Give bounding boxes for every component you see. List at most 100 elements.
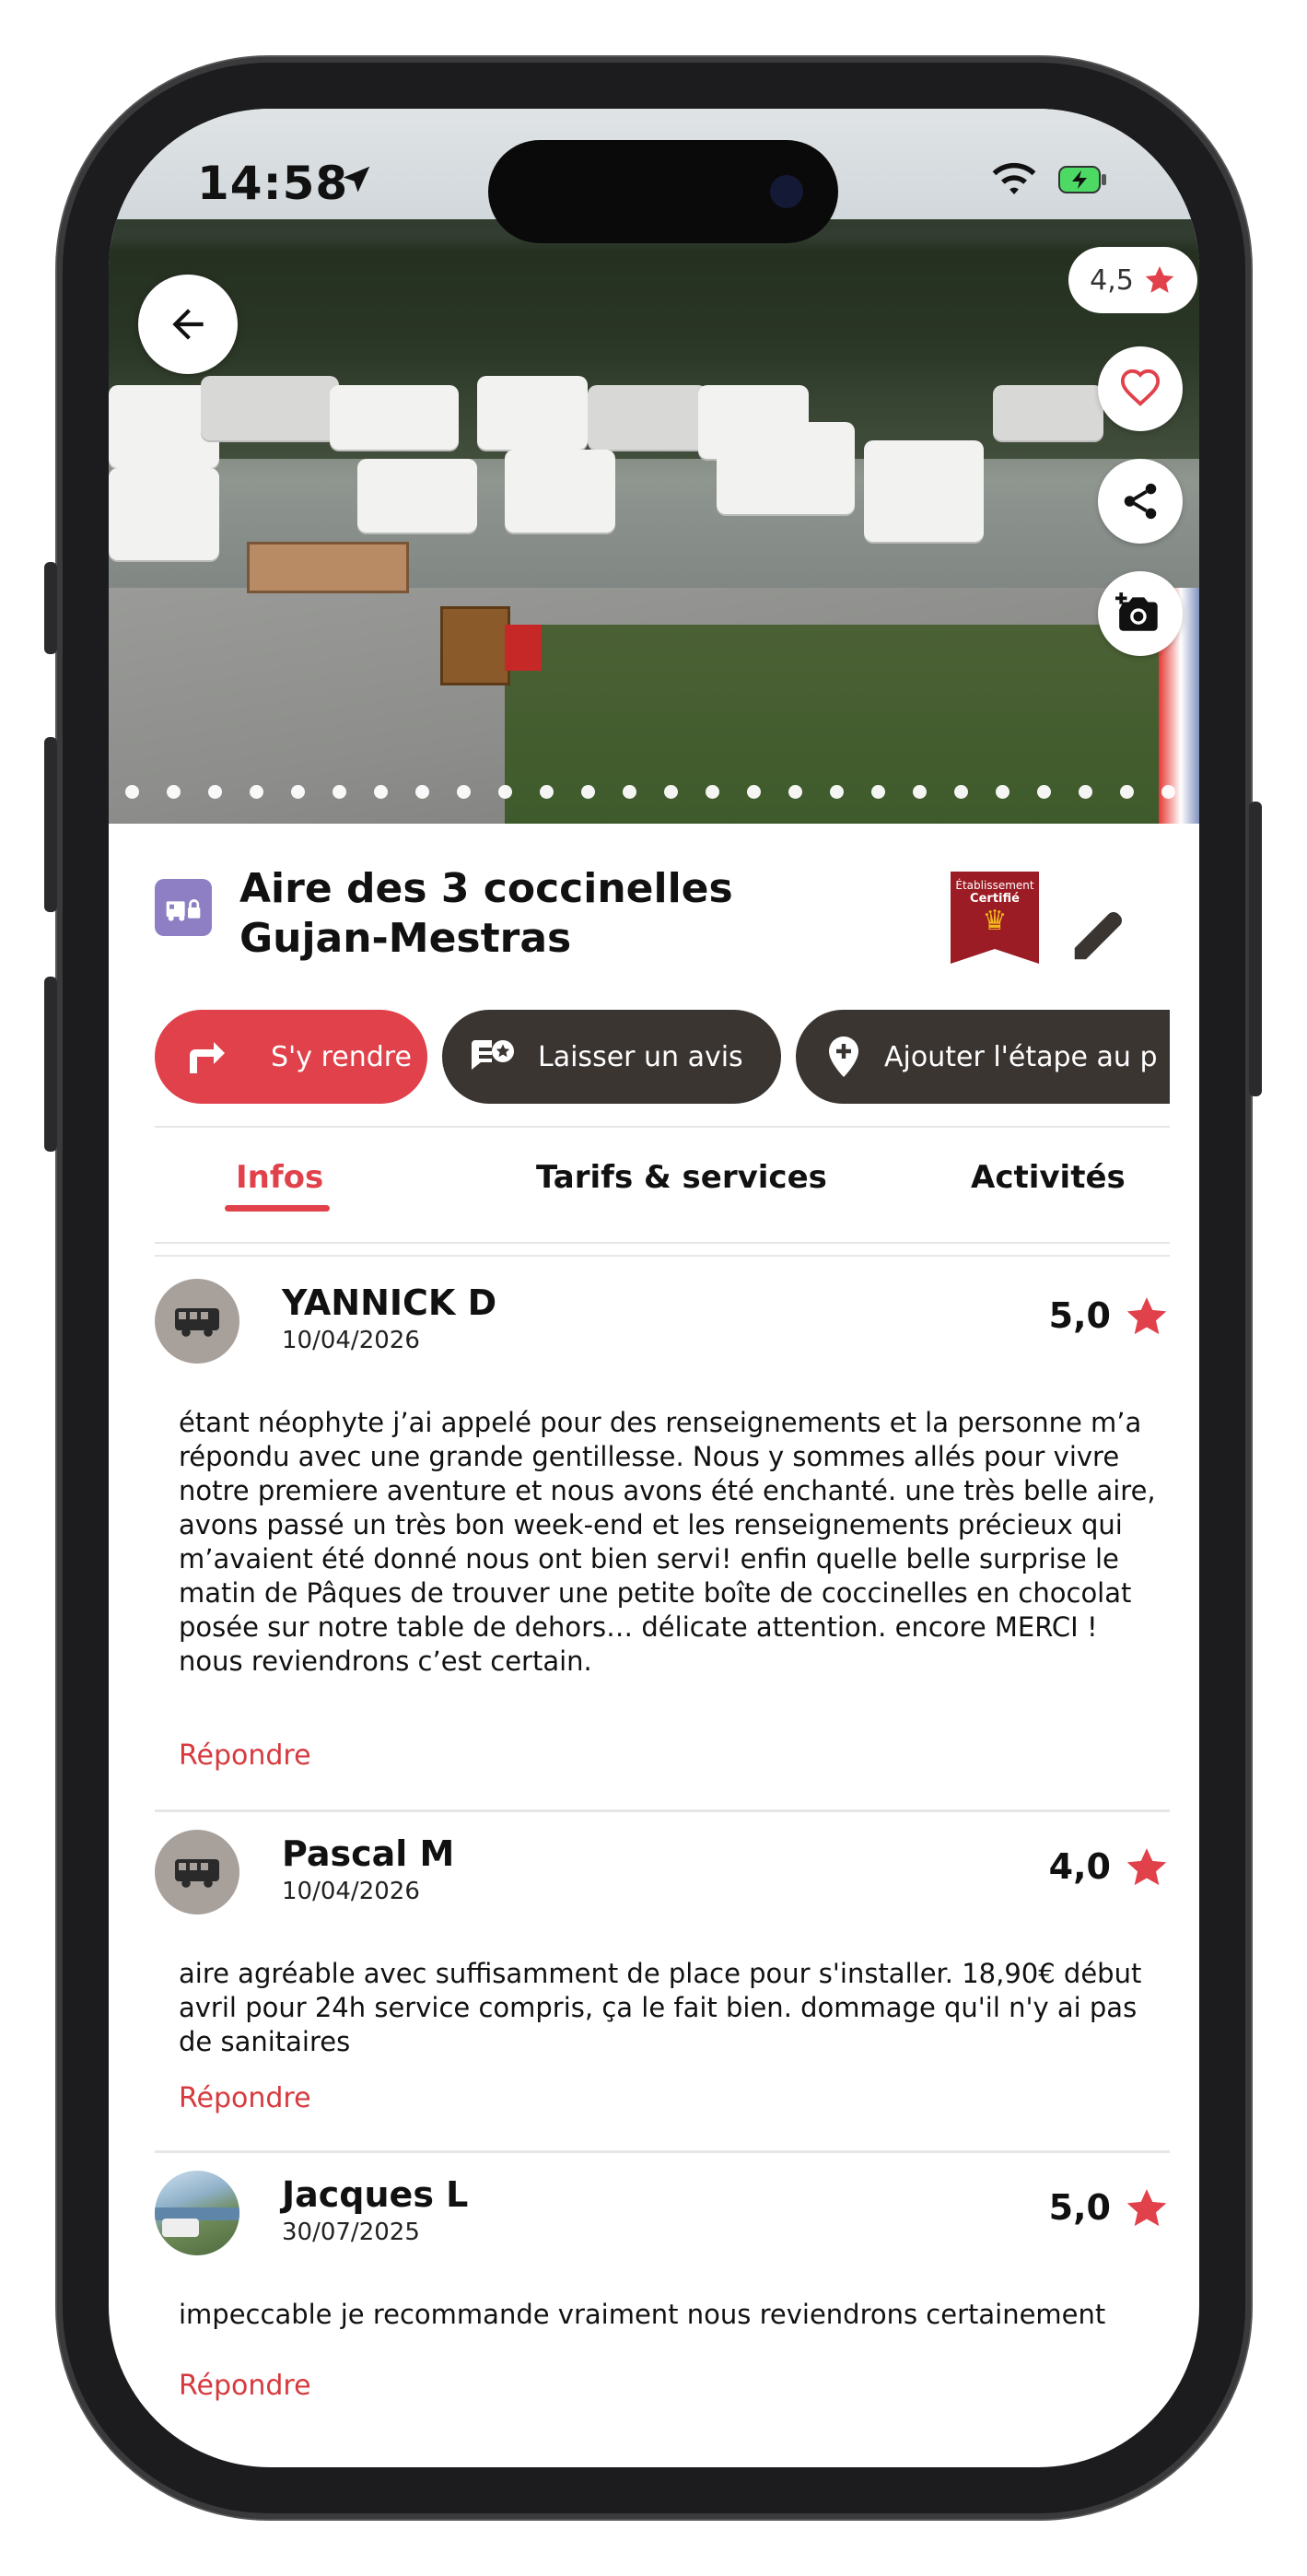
reply-link[interactable]: Répondre [179,1739,311,1772]
review-item: YANNICK D 10/04/2026 5,0 étant néophyte … [155,1279,1170,1813]
carousel-dot[interactable] [498,785,512,799]
carousel-dots[interactable] [125,785,1199,800]
mute-switch [44,562,57,654]
carousel-dot[interactable] [540,785,554,799]
divider [155,1809,1170,1812]
carousel-dot[interactable] [788,785,802,799]
carousel-dot[interactable] [1079,785,1092,799]
carousel-dot[interactable] [913,785,927,799]
motorhome [109,468,219,560]
carousel-dot[interactable] [871,785,885,799]
carousel-dot[interactable] [1161,785,1175,799]
camera-plus-icon [1115,592,1158,631]
share-button[interactable] [1098,459,1183,544]
review-icon [472,1040,514,1070]
badge-line2: Certifié [970,892,1020,906]
status-time: 14:58 [197,157,349,210]
review-date: 10/04/2026 [282,1878,420,1905]
certified-establishment-badge: Établissement Certifié ♛ [951,872,1039,964]
red-post [505,625,542,671]
motorhome [477,376,588,450]
review-score: 4,0 [1048,1846,1111,1887]
volume-up-button [44,737,57,912]
crown-icon: ♛ [982,905,1008,937]
tab-infos[interactable]: Infos [236,1159,323,1196]
carousel-dot[interactable] [996,785,1009,799]
directions-button[interactable]: S'y rendre [155,1010,427,1104]
leave-review-button[interactable]: Laisser un avis [442,1010,781,1104]
arrow-left-icon [172,309,204,340]
carousel-dot[interactable] [208,785,222,799]
reviewer-name: YANNICK D [282,1282,497,1323]
action-buttons-row[interactable]: S'y rendre Laisser un avis Ajouter l'éta… [155,1010,1170,1111]
review-text: étant néophyte j’ai appelé pour des rens… [179,1407,1156,1677]
divider [155,1126,1170,1128]
carousel-dot[interactable] [125,785,139,799]
reply-link[interactable]: Répondre [179,2370,311,2402]
power-button [1249,802,1262,1096]
edit-pencil-icon[interactable] [1067,903,1131,967]
volume-down-button [44,977,57,1152]
back-button[interactable] [138,275,238,374]
leave-review-label: Laisser un avis [538,1040,743,1073]
carousel-dot[interactable] [250,785,263,799]
review-score: 5,0 [1048,1295,1111,1336]
tab-activites[interactable]: Activités [971,1159,1126,1196]
motorhome [505,450,615,533]
battery-charging-icon [1058,166,1106,193]
carousel-dot[interactable] [333,785,346,799]
review-date: 10/04/2026 [282,1327,420,1354]
carousel-dot[interactable] [1120,785,1134,799]
wifi-icon [992,162,1036,194]
reviewer-name: Jacques L [282,2174,469,2215]
motorhome-avatar-icon [175,1859,219,1888]
user-photo [155,2207,239,2237]
location-arrow-icon [343,166,370,193]
motorhome-area-type-icon [155,879,212,936]
carousel-dot[interactable] [747,785,761,799]
carousel-dot[interactable] [167,785,181,799]
review-text: aire agréable avec suffisamment de place… [179,1958,1142,2057]
carousel-dot[interactable] [623,785,636,799]
share-icon [1124,483,1157,520]
review-date: 30/07/2025 [282,2219,420,2246]
divider [155,1242,1170,1244]
review-item: Jacques L 30/07/2025 5,0 impeccable je r… [155,2171,1170,2438]
motorhome [864,440,984,542]
motorhome [993,385,1103,440]
tab-tarifs-services[interactable]: Tarifs & services [536,1159,827,1196]
motorhome [330,385,459,450]
add-photo-button[interactable] [1098,571,1183,656]
wooden-booth [440,606,510,685]
reviewer-name: Pascal M [282,1833,455,1874]
star-icon [1126,2189,1167,2227]
carousel-dot[interactable] [830,785,844,799]
add-location-icon [829,1036,858,1077]
carousel-dot[interactable] [954,785,968,799]
carousel-dot[interactable] [1037,785,1051,799]
avatar [155,1279,239,1364]
carousel-dot[interactable] [706,785,719,799]
review-item: Pascal M 10/04/2026 4,0 aire agréable av… [155,1830,1170,2152]
dynamic-island [488,140,838,243]
place-title: Aire des 3 coccinelles Gujan-Mestras [239,865,733,962]
carousel-dot[interactable] [457,785,471,799]
review-score: 5,0 [1048,2187,1111,2228]
rating-badge: 4,5 [1068,247,1197,313]
motorhome [588,385,707,450]
carousel-dot[interactable] [581,785,595,799]
active-tab-indicator [225,1205,330,1212]
heart-icon [1120,369,1161,406]
badge-line1: Établissement [955,879,1034,892]
star-icon [1145,266,1174,293]
carousel-dot[interactable] [664,785,678,799]
service-bench [247,542,409,593]
carousel-dot[interactable] [374,785,388,799]
carousel-dot[interactable] [415,785,429,799]
add-stage-button[interactable]: Ajouter l'étape au p [796,1010,1170,1104]
carousel-dot[interactable] [291,785,305,799]
directions-label: S'y rendre [271,1040,412,1073]
reply-link[interactable]: Répondre [179,2082,311,2114]
app-screen: 14:58 4,5 Aire des 3 coccinelles Gujan-M… [109,109,1199,2467]
favorite-button[interactable] [1098,346,1183,431]
